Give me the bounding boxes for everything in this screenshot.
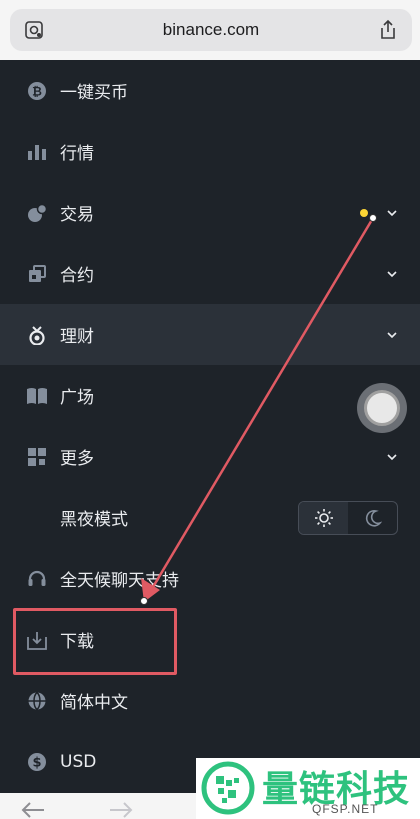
chevron-down-icon[interactable] [386,451,398,463]
chevron-down-icon[interactable] [386,207,398,219]
globe-icon [26,690,48,712]
watermark-subtitle: QFSP.NET [312,802,379,816]
book-icon [26,385,48,407]
menu-item-support[interactable]: 全天候聊天支持 [0,548,420,609]
earn-icon [26,324,48,346]
chevron-down-icon[interactable] [386,329,398,341]
menu-item-markets[interactable]: 行情 [0,121,420,182]
grid-icon [26,446,48,468]
light-theme-option[interactable] [299,501,348,534]
menu-item-language[interactable]: 简体中文 [0,670,420,731]
annotation-highlight-box [13,608,177,675]
url-field[interactable]: binance.com [10,9,412,51]
bitcoin-icon: ₿ [26,80,48,102]
watermark-logo [201,761,255,815]
menu-label: USD [60,751,97,772]
forward-arrow-icon[interactable] [108,801,134,819]
menu-label: 简体中文 [60,693,128,713]
svg-text:$: $ [32,755,41,770]
menu-label: 黑夜模式 [60,510,128,530]
menu-label: 广场 [60,388,94,408]
menu-label: 行情 [60,144,94,164]
svg-text:₿: ₿ [32,84,42,98]
menu-item-futures[interactable]: 合约 [0,243,420,304]
menu-item-earn[interactable]: 理财 [0,304,420,365]
menu-item-square[interactable]: 广场 [0,365,420,426]
trade-icon [26,202,48,224]
dollar-icon: $ [26,751,48,773]
sun-icon [314,508,333,527]
menu-item-more[interactable]: 更多 [0,426,420,487]
bar-chart-icon [26,141,48,163]
menu-label: 一键买币 [60,83,128,103]
share-icon[interactable] [378,19,398,41]
menu-label: 全天候聊天支持 [60,571,179,591]
dark-theme-option[interactable] [348,502,397,534]
chevron-down-icon[interactable] [386,268,398,280]
menu-label: 合约 [60,266,94,286]
menu-item-trade[interactable]: 交易 [0,182,420,243]
menu-label: 理财 [60,327,94,347]
notification-dot [360,208,368,217]
headset-icon [26,568,48,590]
watermark: 量链科技 QFSP.NET [196,758,420,819]
menu-item-dark-mode: 黑夜模式 [0,487,420,548]
futures-icon [26,263,48,285]
back-arrow-icon[interactable] [20,801,46,819]
menu-label: 更多 [60,449,94,469]
menu-item-buy-crypto[interactable]: ₿ 一键买币 [0,60,420,121]
assistive-touch-knob [364,390,400,426]
browser-address-bar: binance.com [0,0,420,60]
moon-icon [365,509,382,527]
assistive-touch-button[interactable] [357,383,407,433]
theme-toggle[interactable] [298,500,398,535]
menu-label: 交易 [60,205,94,225]
url-text: binance.com [162,20,260,39]
